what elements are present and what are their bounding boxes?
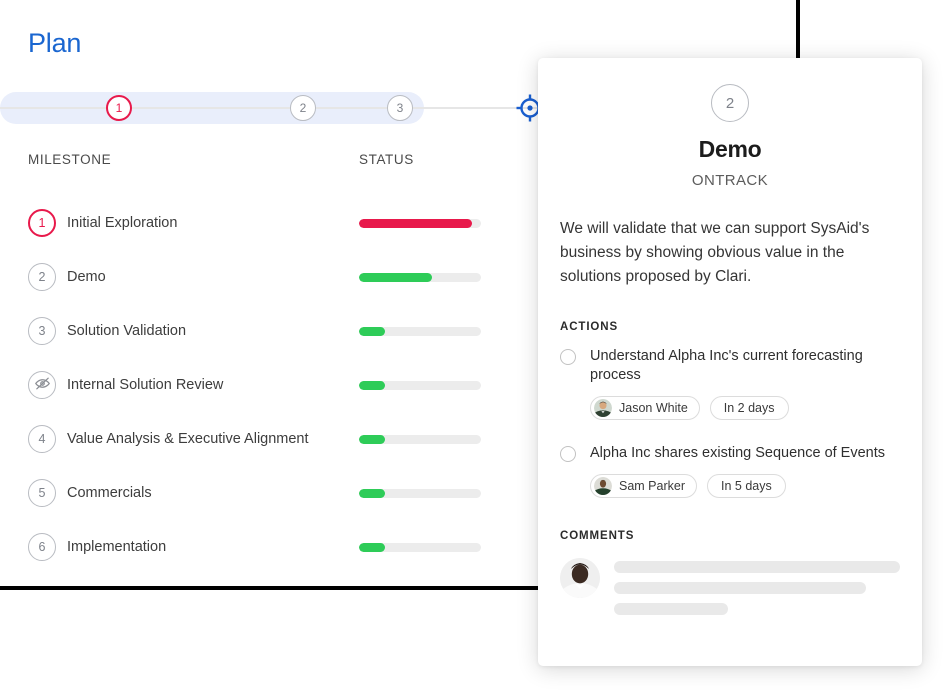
screenshot-root: Plan 1 2 3 MILESTONE STATUS 1 Initial Ex… (0, 0, 950, 700)
action-meta-chips: Sam Parker In 5 days (590, 473, 900, 498)
milestone-label: Implementation (67, 539, 167, 555)
progress-bar-track (359, 434, 481, 444)
milestone-badge-label: 4 (38, 432, 46, 446)
action-row: Alpha Inc shares existing Sequence of Ev… (560, 444, 900, 463)
assignee-name: Jason White (619, 400, 688, 415)
milestone-badge[interactable]: 3 (28, 317, 56, 345)
stepper-node-label: 3 (396, 101, 404, 115)
action-text: Understand Alpha Inc's current forecasti… (590, 348, 863, 383)
due-date-chip[interactable]: In 5 days (707, 473, 786, 498)
milestone-badge-hidden[interactable] (28, 371, 56, 399)
milestone-label: Internal Solution Review (67, 377, 224, 393)
eye-slash-icon (34, 375, 51, 395)
detail-step-label: 2 (725, 94, 735, 112)
column-header-milestone: MILESTONE (28, 152, 112, 167)
progress-bar-track (359, 218, 481, 228)
milestone-label: Value Analysis & Executive Alignment (67, 431, 309, 447)
assignee-chip[interactable]: Jason White (590, 395, 700, 420)
progress-bar-fill (359, 542, 385, 552)
skeleton-line (614, 602, 729, 615)
milestone-badge-label: 5 (38, 486, 46, 500)
comment-item (538, 557, 922, 624)
milestone-badge[interactable]: 5 (28, 479, 56, 507)
actions-list: Understand Alpha Inc's current forecasti… (538, 347, 922, 498)
progress-bar-fill (359, 218, 473, 228)
milestone-badge[interactable]: 4 (28, 425, 56, 453)
detail-step-badge: 2 (711, 84, 749, 122)
stepper-node-label: 1 (115, 101, 123, 115)
due-date-label: In 2 days (723, 400, 775, 415)
milestone-badge-label: 1 (38, 216, 46, 230)
stepper-node-3[interactable]: 3 (387, 95, 413, 121)
milestone-label: Commercials (67, 485, 152, 501)
progress-bar-fill (359, 380, 385, 390)
action-row: Understand Alpha Inc's current forecasti… (560, 347, 900, 385)
progress-bar-fill (359, 434, 385, 444)
action-meta-chips: Jason White In 2 days (590, 395, 900, 420)
comments-section-label: COMMENTS (560, 529, 635, 542)
milestone-badge-label: 3 (38, 324, 46, 338)
progress-bar-track (359, 272, 481, 282)
action-checkbox[interactable] (560, 349, 576, 366)
progress-bar-fill (359, 272, 433, 282)
detail-header: 2 Demo ONTRACK (538, 58, 922, 189)
progress-bar-track (359, 380, 481, 390)
milestone-badge-label: 6 (38, 540, 46, 554)
milestone-badge[interactable]: 1 (28, 209, 56, 237)
stepper-node-label: 2 (299, 101, 307, 115)
progress-bar-track (359, 542, 481, 552)
list-item: Alpha Inc shares existing Sequence of Ev… (538, 444, 922, 498)
milestone-detail-panel: 2 Demo ONTRACK We will validate that we … (538, 58, 922, 666)
avatar (594, 476, 612, 495)
avatar (560, 557, 600, 598)
due-date-chip[interactable]: In 2 days (709, 395, 789, 420)
detail-title: Demo (698, 136, 762, 162)
skeleton-line (614, 581, 866, 594)
milestone-badge[interactable]: 6 (28, 533, 56, 561)
progress-bar-track (359, 488, 481, 498)
progress-bar-track (359, 326, 481, 336)
avatar (594, 398, 612, 417)
comment-skeleton (614, 558, 900, 624)
actions-section-label: ACTIONS (560, 321, 619, 334)
milestone-label: Demo (67, 269, 106, 285)
page-title: Plan (28, 28, 82, 58)
list-item: Understand Alpha Inc's current forecasti… (538, 347, 922, 420)
action-text: Alpha Inc shares existing Sequence of Ev… (590, 444, 886, 461)
status-badge: ONTRACK (691, 172, 769, 189)
milestone-label: Initial Exploration (67, 215, 178, 231)
milestone-badge-label: 2 (38, 270, 46, 284)
stepper-node-1[interactable]: 1 (106, 95, 132, 121)
progress-bar-fill (359, 488, 385, 498)
stepper-node-2[interactable]: 2 (290, 95, 316, 121)
action-checkbox[interactable] (560, 445, 576, 462)
progress-bar-fill (359, 326, 385, 336)
detail-description: We will validate that we can support Sys… (560, 220, 870, 286)
column-header-status: STATUS (359, 152, 414, 167)
milestone-badge[interactable]: 2 (28, 263, 56, 291)
assignee-name: Sam Parker (619, 478, 685, 493)
milestone-label: Solution Validation (67, 323, 187, 339)
skeleton-line (614, 560, 900, 573)
due-date-label: In 5 days (721, 478, 772, 493)
assignee-chip[interactable]: Sam Parker (590, 473, 697, 498)
